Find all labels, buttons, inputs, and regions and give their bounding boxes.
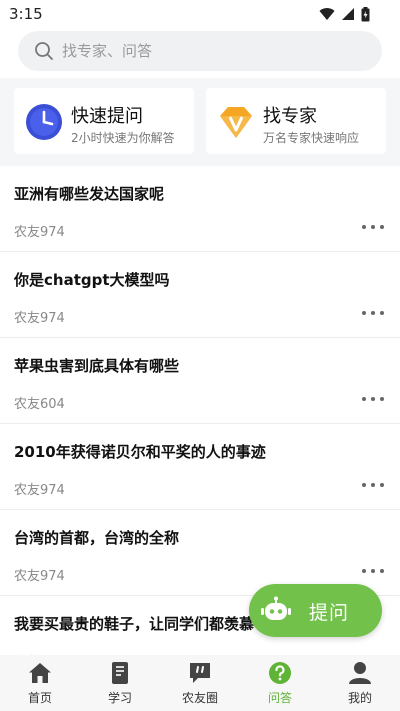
quick-ask-title: 快速提问 — [71, 106, 143, 127]
more-options-icon[interactable] — [362, 224, 384, 230]
question-item[interactable]: 2010年获得诺贝尔和平奖的人的事迹 农友974 — [0, 424, 400, 510]
question-title[interactable]: 你是chatgpt大模型吗 — [14, 269, 170, 290]
tab-qa[interactable]: 问答 — [240, 655, 320, 711]
ask-question-button[interactable]: 提问 — [249, 584, 382, 637]
clock-icon — [26, 104, 62, 140]
status-bar: 3:15 — [0, 0, 400, 30]
tab-home[interactable]: 首页 — [0, 655, 80, 711]
question-author: 农友974 — [14, 569, 65, 584]
status-icons — [319, 6, 370, 22]
tab-study[interactable]: 学习 — [80, 655, 160, 711]
question-title[interactable]: 苹果虫害到底具体有哪些 — [14, 355, 179, 376]
question-author: 农友974 — [14, 311, 65, 326]
question-title[interactable]: 2010年获得诺贝尔和平奖的人的事迹 — [14, 441, 266, 462]
question-item[interactable]: 亚洲有哪些发达国家呢 农友974 — [0, 166, 400, 252]
tab-profile[interactable]: 我的 — [320, 655, 400, 711]
search-bar[interactable]: 找专家、问答 — [18, 31, 382, 71]
quick-ask-subtitle: 2小时快速为你解答 — [71, 131, 175, 145]
more-options-icon[interactable] — [362, 310, 384, 316]
quick-actions-panel: 快速提问 2小时快速为你解答 找专家 万名专家快速响应 — [0, 78, 400, 166]
question-icon — [269, 662, 291, 684]
tab-qa-label: 问答 — [267, 691, 292, 705]
robot-icon — [261, 596, 291, 620]
search-input[interactable]: 找专家、问答 — [62, 31, 152, 71]
more-options-icon[interactable] — [362, 482, 384, 488]
question-item[interactable]: 你是chatgpt大模型吗 农友974 — [0, 252, 400, 338]
ask-question-label: 提问 — [309, 602, 350, 624]
find-expert-subtitle: 万名专家快速响应 — [263, 131, 360, 145]
question-title[interactable]: 我要买最贵的鞋子，让同学们都羡慕 — [14, 613, 254, 634]
bottom-tab-bar: 首页 学习 农友圈 问答 我的 — [0, 655, 400, 711]
tab-study-label: 学习 — [107, 691, 132, 705]
find-expert-card[interactable]: 找专家 万名专家快速响应 — [206, 88, 386, 154]
wifi-icon — [319, 8, 335, 20]
question-author: 农友604 — [14, 397, 65, 412]
tab-home-label: 首页 — [27, 691, 52, 705]
find-expert-title: 找专家 — [263, 106, 317, 127]
chat-icon — [190, 663, 210, 683]
quick-ask-card[interactable]: 快速提问 2小时快速为你解答 — [14, 88, 194, 154]
search-icon — [35, 42, 53, 60]
question-author: 农友974 — [14, 483, 65, 498]
more-options-icon[interactable] — [362, 568, 384, 574]
question-title[interactable]: 亚洲有哪些发达国家呢 — [14, 183, 164, 204]
status-time: 3:15 — [9, 5, 43, 23]
more-options-icon[interactable] — [362, 396, 384, 402]
question-item[interactable]: 苹果虫害到底具体有哪些 农友604 — [0, 338, 400, 424]
book-icon — [112, 662, 128, 684]
question-author: 农友974 — [14, 225, 65, 240]
tab-community[interactable]: 农友圈 — [160, 655, 240, 711]
diamond-v-icon — [220, 107, 252, 138]
battery-icon — [361, 6, 370, 21]
home-icon — [29, 663, 51, 683]
tab-profile-label: 我的 — [347, 691, 372, 705]
question-title[interactable]: 台湾的首都，台湾的全称 — [14, 527, 179, 548]
user-icon — [349, 662, 371, 684]
tab-community-label: 农友圈 — [181, 691, 218, 705]
signal-icon — [342, 8, 354, 20]
